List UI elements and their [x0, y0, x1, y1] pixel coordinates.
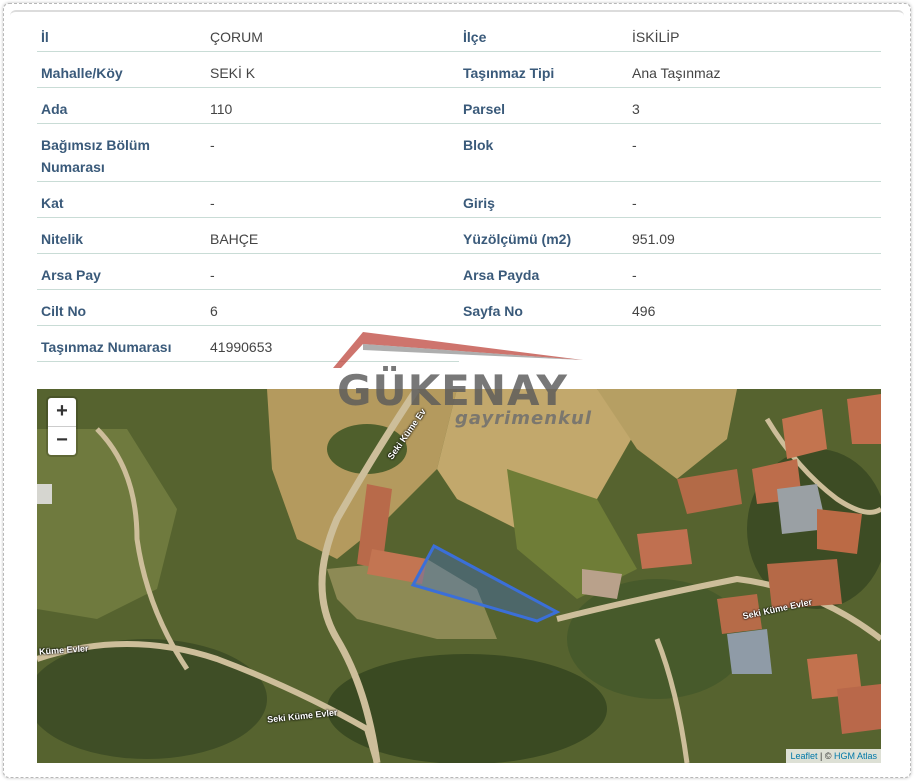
value-bagimsiz-bolum: - [207, 124, 459, 182]
label-yuzolcumu: Yüzölçümü (m2) [459, 218, 629, 254]
value-il: ÇORUM [207, 16, 459, 52]
info-row: Kat - Giriş - [37, 182, 881, 218]
label-parsel: Parsel [459, 88, 629, 124]
zoom-control: + − [48, 398, 76, 455]
info-row: Bağımsız Bölüm Numarası - Blok - [37, 124, 881, 182]
value-arsa-payda: - [629, 254, 881, 290]
value-nitelik: BAHÇE [207, 218, 459, 254]
value-ilce: İSKİLİP [629, 16, 881, 52]
value-tasinmaz-tipi: Ana Taşınmaz [629, 52, 881, 88]
label-blok: Blok [459, 124, 629, 182]
label-il: İl [37, 16, 207, 52]
value-blok: - [629, 124, 881, 182]
label-tasinmaz-numarasi: Taşınmaz Numarası [37, 326, 207, 362]
value-mahalle: SEKİ K [207, 52, 459, 88]
value-arsa-pay: - [207, 254, 459, 290]
info-row: Arsa Pay - Arsa Payda - [37, 254, 881, 290]
value-kat: - [207, 182, 459, 218]
info-row: İl ÇORUM İlçe İSKİLİP [37, 16, 881, 52]
value-sayfa-no: 496 [629, 290, 881, 326]
label-nitelik: Nitelik [37, 218, 207, 254]
value-giris: - [629, 182, 881, 218]
label-bagimsiz-bolum: Bağımsız Bölüm Numarası [37, 124, 207, 182]
label-ilce: İlçe [459, 16, 629, 52]
property-info-table: İl ÇORUM İlçe İSKİLİP Mahalle/Köy SEKİ K… [37, 16, 881, 362]
info-row: Nitelik BAHÇE Yüzölçümü (m2) 951.09 [37, 218, 881, 254]
label-cilt-no: Cilt No [37, 290, 207, 326]
label-giris: Giriş [459, 182, 629, 218]
label-mahalle: Mahalle/Köy [37, 52, 207, 88]
zoom-in-button[interactable]: + [48, 398, 76, 427]
value-ada: 110 [207, 88, 459, 124]
label-arsa-pay: Arsa Pay [37, 254, 207, 290]
value-tasinmaz-numarasi: 41990653 [207, 326, 459, 362]
leaflet-link[interactable]: Leaflet [790, 751, 817, 761]
label-arsa-payda: Arsa Payda [459, 254, 629, 290]
label-tasinmaz-tipi: Taşınmaz Tipi [459, 52, 629, 88]
label-empty [459, 326, 629, 362]
info-row: Ada 110 Parsel 3 [37, 88, 881, 124]
value-yuzolcumu: 951.09 [629, 218, 881, 254]
info-row: Taşınmaz Numarası 41990653 [37, 326, 881, 362]
value-empty [629, 326, 881, 362]
attribution-separator: | © [817, 751, 834, 761]
parcel-map[interactable]: + − Seki Küme Ev Küme Evler Seki Küme Ev… [37, 389, 881, 763]
hgm-atlas-link[interactable]: HGM Atlas [834, 751, 877, 761]
label-ada: Ada [37, 88, 207, 124]
label-sayfa-no: Sayfa No [459, 290, 629, 326]
satellite-imagery [37, 389, 881, 763]
label-kat: Kat [37, 182, 207, 218]
value-parsel: 3 [629, 88, 881, 124]
value-cilt-no: 6 [207, 290, 459, 326]
info-row: Mahalle/Köy SEKİ K Taşınmaz Tipi Ana Taş… [37, 52, 881, 88]
zoom-out-button[interactable]: − [48, 427, 76, 455]
map-attribution: Leaflet | © HGM Atlas [786, 749, 881, 763]
info-row: Cilt No 6 Sayfa No 496 [37, 290, 881, 326]
